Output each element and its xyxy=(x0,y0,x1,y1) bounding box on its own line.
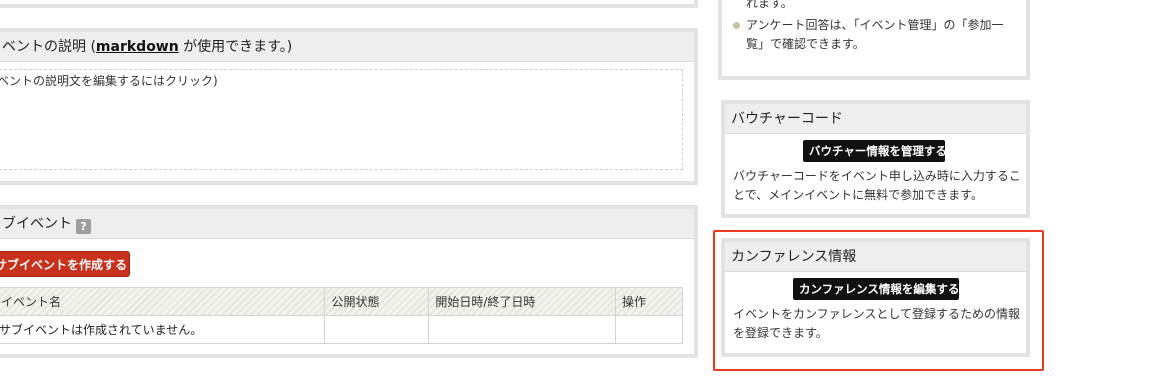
table-cell xyxy=(615,315,683,344)
markdown-link[interactable]: markdown xyxy=(96,39,179,55)
voucher-title: バウチャーコード xyxy=(725,104,1026,134)
event-description-title: ベントの説明 ( xyxy=(2,39,96,55)
table-header-row: イベント名 公開状態 開始日時/終了日時 操作 xyxy=(0,287,683,316)
previous-panel-bottom xyxy=(0,0,698,8)
subevents-table: イベント名 公開状態 開始日時/終了日時 操作 サブイベントは作成されていません… xyxy=(0,287,683,344)
subevents-panel: ブイベント? サブイベントを作成する イベント名 公開状態 開始日時/終了日時 … xyxy=(0,205,698,358)
conference-title: カンファレンス情報 xyxy=(725,242,1026,272)
survey-panel: れます。 アンケート回答は、「イベント管理」の「参加一覧」で確認できます。 xyxy=(718,0,1030,80)
subevents-header: ブイベント? xyxy=(0,209,694,239)
voucher-description: バウチャーコードをイベント申し込み時に入力することで、メインイベントに無料で参加… xyxy=(733,169,1021,202)
event-description-panel: ベントの説明 (markdown が使用できます。) ベントの説明文を編集するに… xyxy=(0,28,698,185)
conference-panel: カンファレンス情報 カンファレンス情報を編集する イベントをカンファレンスとして… xyxy=(721,238,1030,357)
bullet-icon xyxy=(733,22,740,29)
help-icon[interactable]: ? xyxy=(76,219,91,234)
event-description-header: ベントの説明 (markdown が使用できます。) xyxy=(0,32,694,62)
conference-description: イベントをカンファレンスとして登録するための情報を登録できます。 xyxy=(733,307,1021,340)
voucher-panel: バウチャーコード バウチャー情報を管理する バウチャーコードをイベント申し込み時… xyxy=(721,100,1030,218)
event-description-editor[interactable]: ベントの説明文を編集するにはクリック) xyxy=(0,69,683,170)
event-description-title-suffix: が使用できます。) xyxy=(178,39,293,55)
subevents-title: ブイベント xyxy=(2,216,72,232)
create-subevent-button[interactable]: サブイベントを作成する xyxy=(0,251,130,277)
survey-item-text: アンケート回答は、「イベント管理」の「参加一覧」で確認できます。 xyxy=(746,18,1004,51)
table-cell xyxy=(428,315,617,344)
table-row: サブイベントは作成されていません。 xyxy=(0,315,683,344)
survey-note: れます。 xyxy=(746,0,793,10)
column-header-event-name: イベント名 xyxy=(0,287,326,316)
list-item: アンケート回答は、「イベント管理」の「参加一覧」で確認できます。 xyxy=(732,16,1012,54)
column-header-actions: 操作 xyxy=(615,287,683,316)
edit-conference-button[interactable]: カンファレンス情報を編集する xyxy=(793,278,959,300)
empty-message-cell: サブイベントは作成されていません。 xyxy=(0,315,326,344)
survey-list: アンケート回答は、「イベント管理」の「参加一覧」で確認できます。 xyxy=(732,16,1012,54)
column-header-datetime: 開始日時/終了日時 xyxy=(428,287,617,316)
table-cell xyxy=(324,315,430,344)
manage-voucher-button[interactable]: バウチャー情報を管理する xyxy=(803,140,947,162)
column-header-publish-status: 公開状態 xyxy=(324,287,430,316)
